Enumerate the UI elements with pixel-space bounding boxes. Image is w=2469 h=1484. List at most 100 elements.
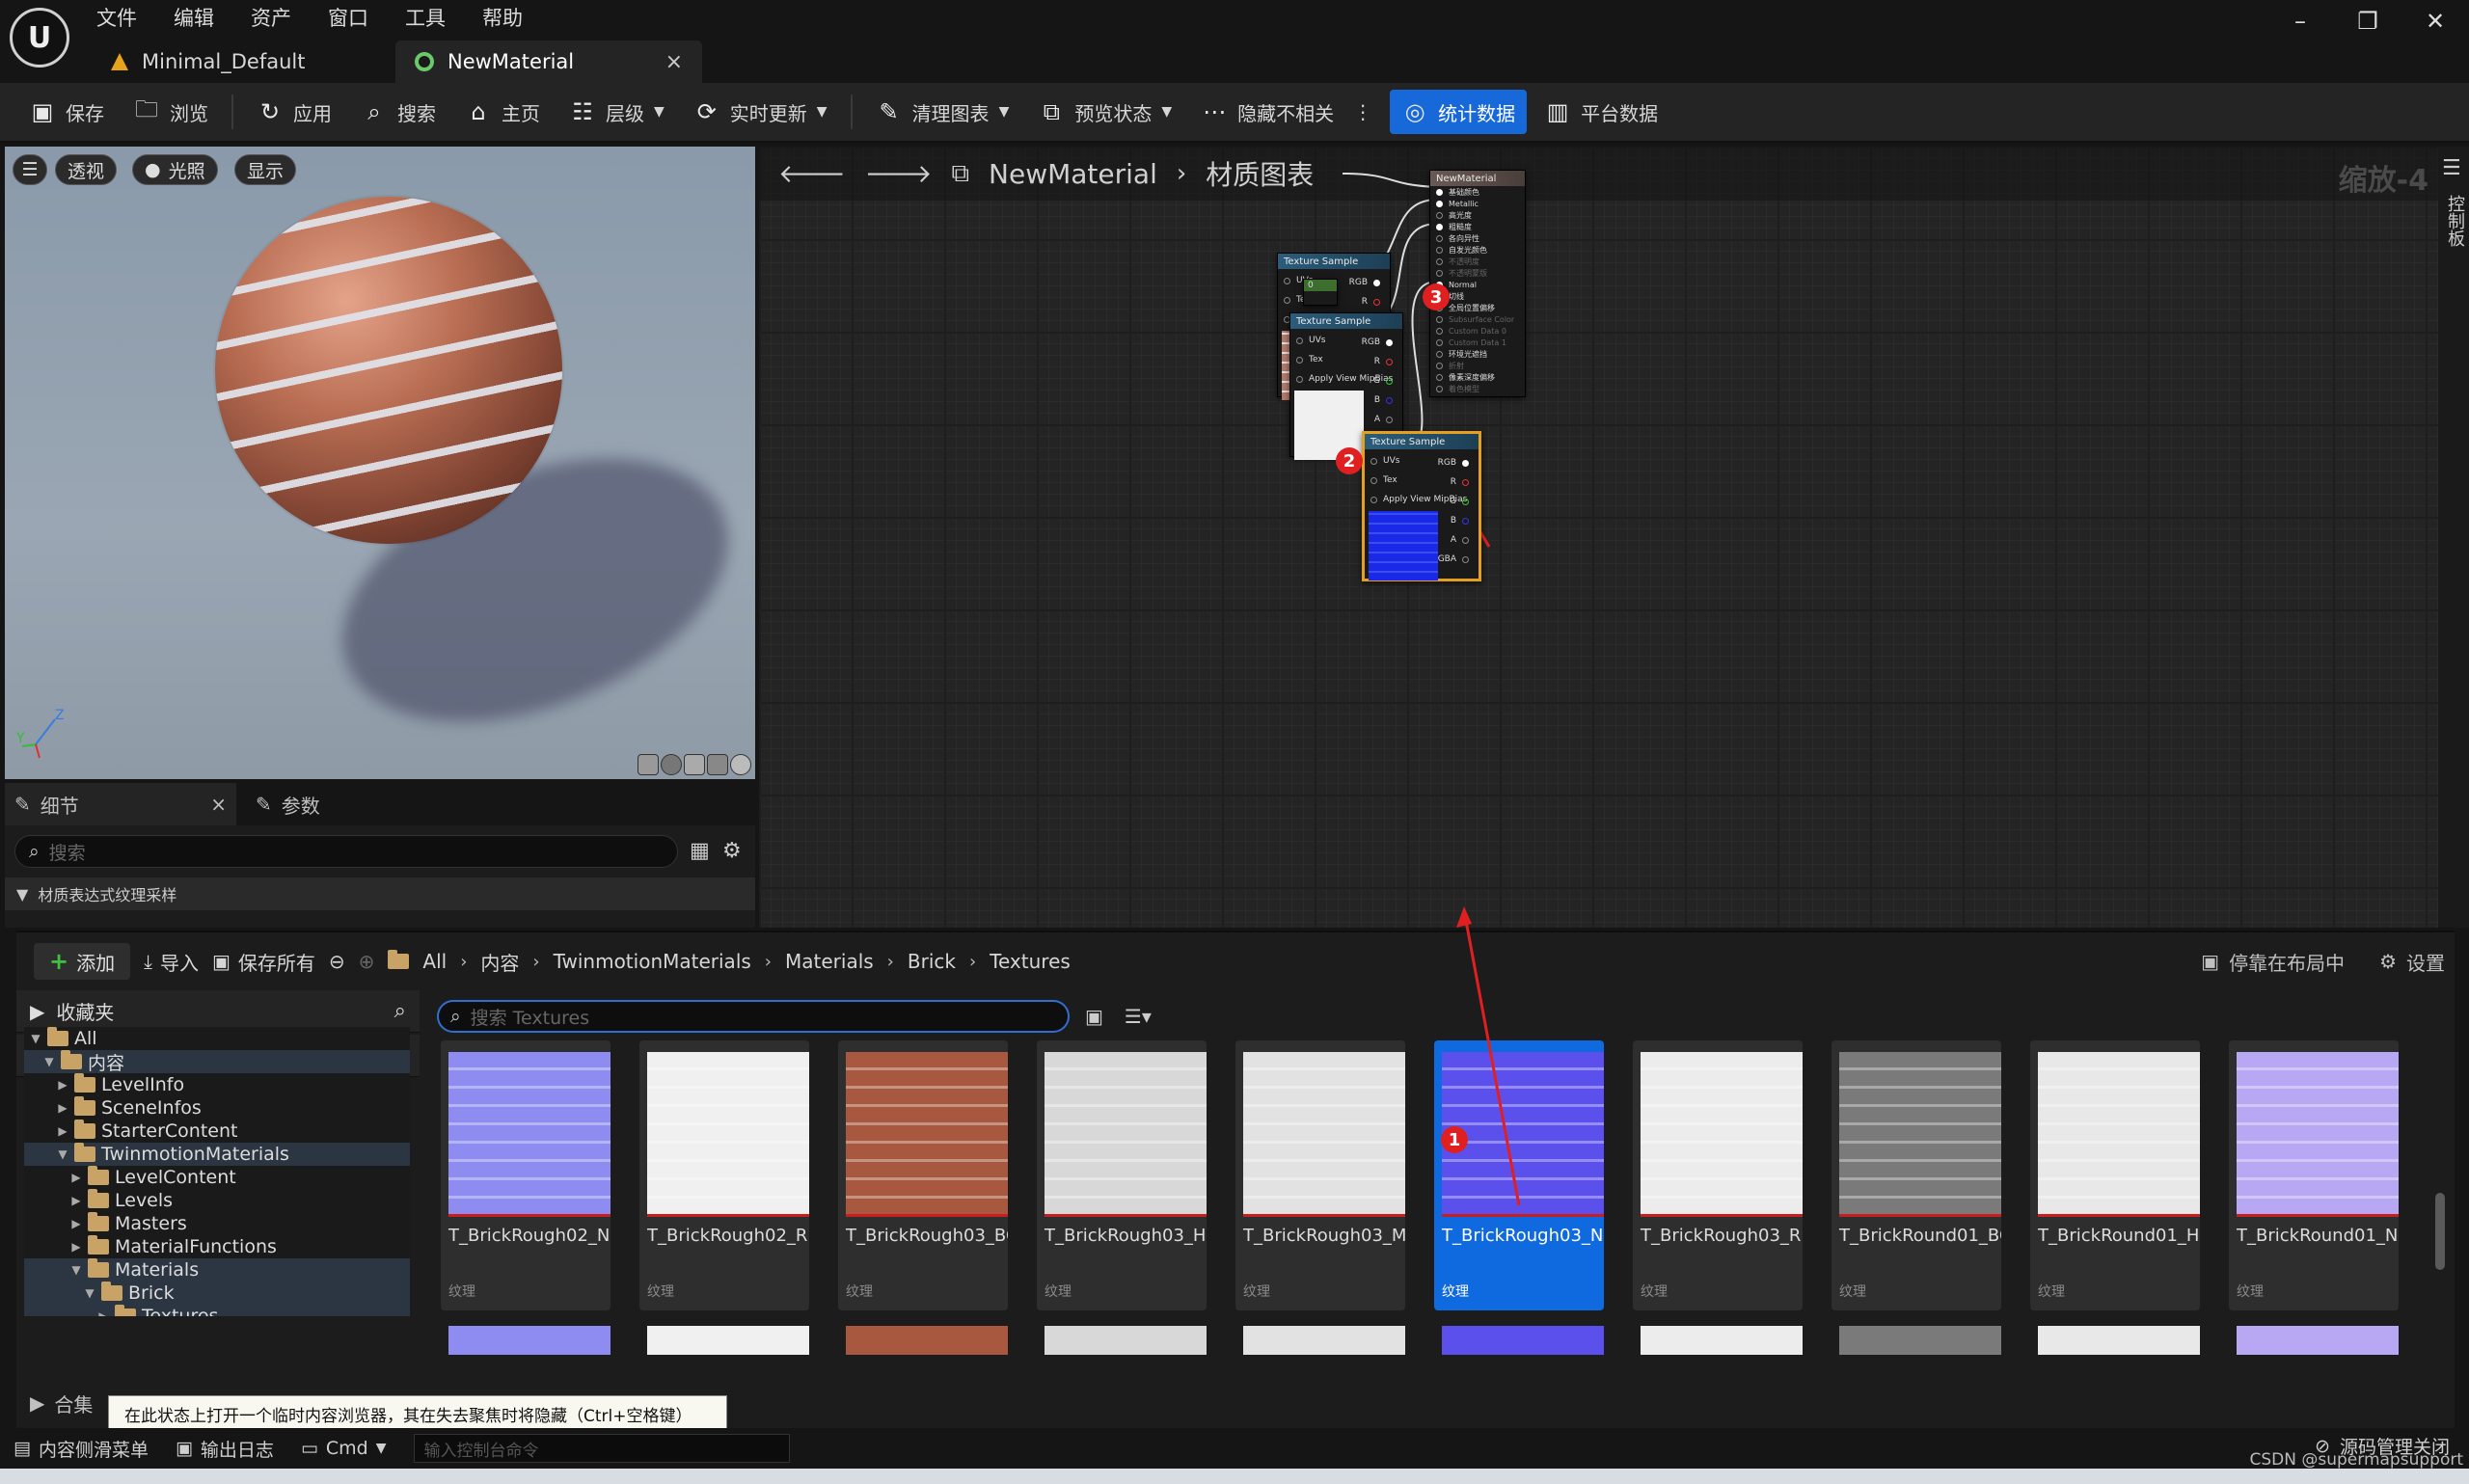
add-button[interactable]: + 添加 <box>34 943 131 980</box>
asset-thumbnail-next-row[interactable] <box>2038 1326 2200 1355</box>
live-update-dropdown[interactable]: ⟳ 实时更新 ▼ <box>682 90 839 134</box>
chevron-right-icon[interactable]: › <box>460 952 467 972</box>
tab-minimal-default[interactable]: Minimal_Default <box>92 40 381 83</box>
preview-viewport[interactable]: ☰ 透视 ● 光照 显示 Z Y <box>5 147 755 779</box>
cylinder-mesh-icon[interactable] <box>638 754 659 775</box>
custom-mesh-icon[interactable] <box>730 754 751 775</box>
tree-item[interactable]: ▼ TwinmotionMaterials <box>24 1143 410 1166</box>
save-search-icon[interactable]: ▣ <box>1085 1005 1103 1028</box>
material-pin[interactable]: 不透明蒙版 <box>1430 267 1525 279</box>
asset-thumbnail-next-row[interactable] <box>1442 1326 1604 1355</box>
history-forward-icon[interactable]: ⊕ <box>359 950 375 973</box>
material-pin[interactable]: 不透明度 <box>1430 256 1525 267</box>
output-pin-r[interactable]: R <box>1425 472 1475 492</box>
details-section-header[interactable]: ▼ 材质表达式纹理采样 <box>5 877 755 910</box>
asset-tile[interactable]: T_BrickRough03_BC 纹理 <box>838 1040 1008 1310</box>
folder-tree[interactable]: ▼ All ▼ 内容 ▶ LevelInfo ▶ SceneInfos ▶ StarterCont… <box>24 1027 410 1316</box>
browse-button[interactable]: 🗀 浏览 <box>122 90 220 134</box>
chevron-right-icon[interactable]: › <box>969 952 976 972</box>
asset-tile[interactable]: T_BrickRough03_M 纹理 <box>1235 1040 1405 1310</box>
asset-thumbnail-next-row[interactable] <box>1045 1326 1207 1355</box>
asset-scrollbar[interactable] <box>2435 1193 2445 1270</box>
tree-item[interactable]: ▼ 内容 <box>24 1050 410 1074</box>
save-all-button[interactable]: ▣ 保存所有 <box>212 948 315 976</box>
breadcrumb-materials[interactable]: Materials <box>785 950 874 973</box>
viewport-menu-button[interactable]: ☰ <box>13 154 47 185</box>
more-options-icon[interactable]: ⋮ <box>1353 100 1372 123</box>
minimize-icon[interactable]: – <box>2266 8 2334 35</box>
material-pin[interactable]: Custom Data 0 <box>1430 325 1525 337</box>
material-pin[interactable]: 着色模型 <box>1430 383 1525 394</box>
chevron-right-icon[interactable]: › <box>887 952 894 972</box>
home-button[interactable]: ⌂ 主页 <box>453 90 552 134</box>
asset-thumbnail-next-row[interactable] <box>1641 1326 1803 1355</box>
asset-thumbnail-next-row[interactable] <box>647 1326 809 1355</box>
menu-tools[interactable]: 工具 <box>405 3 446 32</box>
tree-item[interactable]: ▶ MaterialFunctions <box>24 1235 410 1258</box>
breadcrumb-textures[interactable]: Textures <box>990 950 1071 973</box>
output-pin-r[interactable]: R <box>1349 352 1398 371</box>
tree-item[interactable]: ▶ Textures <box>24 1305 410 1316</box>
breadcrumb-content[interactable]: 内容 <box>480 948 519 976</box>
breadcrumb-all[interactable]: All <box>422 950 447 973</box>
chevron-right-icon[interactable]: ▶ <box>70 1240 82 1254</box>
asset-tile[interactable]: T_BrickRough02_R 纹理 <box>639 1040 809 1310</box>
chevron-right-icon[interactable]: › <box>532 952 539 972</box>
output-pin-rgb[interactable]: RGB <box>1349 333 1398 352</box>
menu-asset[interactable]: 资产 <box>251 3 291 32</box>
breadcrumb-twinmotion[interactable]: TwinmotionMaterials <box>554 950 751 973</box>
chevron-right-icon[interactable]: ▶ <box>57 1124 68 1138</box>
chevron-down-icon[interactable]: ▼ <box>30 1032 41 1045</box>
chevron-down-icon[interactable]: ▼ <box>43 1055 55 1068</box>
material-pin[interactable]: 自发光颜色 <box>1430 244 1525 256</box>
asset-thumbnail-next-row[interactable] <box>2237 1326 2399 1355</box>
tree-item[interactable]: ▼ Brick <box>24 1282 410 1305</box>
breadcrumb-brick[interactable]: Brick <box>908 950 956 973</box>
settings-button[interactable]: ⚙ 设置 <box>2379 948 2445 976</box>
chevron-right-icon[interactable]: ▶ <box>57 1101 68 1115</box>
close-icon[interactable]: × <box>665 50 683 74</box>
asset-tile[interactable]: T_BrickRound01_N 纹理 <box>2229 1040 2399 1310</box>
asset-search-input[interactable]: ⌕ 搜索 Textures <box>437 1000 1070 1033</box>
menu-help[interactable]: 帮助 <box>482 3 523 32</box>
chevron-right-icon[interactable]: ▶ <box>70 1171 82 1184</box>
material-pin[interactable]: 高光度 <box>1430 209 1525 221</box>
chevron-down-icon[interactable]: ▼ <box>84 1286 95 1300</box>
output-log-button[interactable]: ▣ 输出日志 <box>176 1436 274 1462</box>
menu-window[interactable]: 窗口 <box>328 3 368 32</box>
platform-stats-button[interactable]: ▥ 平台数据 <box>1533 90 1669 134</box>
material-pin[interactable]: 像素深度偏移 <box>1430 371 1525 383</box>
texture-sample-node-normal[interactable]: Texture Sample UVs Tex Apply View MipBia… <box>1362 431 1481 581</box>
console-input[interactable]: 输入控制台命令 <box>413 1434 790 1463</box>
details-search-input[interactable]: ⌕ 搜索 <box>14 835 678 868</box>
material-pin[interactable]: Metallic <box>1430 198 1525 209</box>
save-button[interactable]: ▣ 保存 <box>17 90 116 134</box>
content-drawer-button[interactable]: ▤ 内容侧滑菜单 <box>14 1436 149 1462</box>
chevron-right-icon[interactable]: ▶ <box>57 1078 68 1092</box>
search-button[interactable]: ⌕ 搜索 <box>349 90 448 134</box>
material-output-node[interactable]: NewMaterial 基础颜色 Metallic 高光度 粗糙度 各向异性 自发光颜色不… <box>1429 170 1526 397</box>
asset-thumbnail-next-row[interactable] <box>846 1326 1008 1355</box>
asset-tile[interactable]: T_BrickRound01_H 纹理 <box>2030 1040 2200 1310</box>
material-pin[interactable]: 折射 <box>1430 360 1525 371</box>
asset-tile[interactable]: T_BrickRough02_N 纹理 <box>441 1040 610 1310</box>
tab-parameters[interactable]: ✎ 参数 <box>246 783 330 825</box>
output-pin-g[interactable]: G <box>1349 371 1398 391</box>
asset-tile[interactable]: T_BrickRough03_H 纹理 <box>1037 1040 1207 1310</box>
preview-state-dropdown[interactable]: ⧉ 预览状态 ▼ <box>1026 90 1183 134</box>
material-pin[interactable]: 各向异性 <box>1430 232 1525 244</box>
tree-item[interactable]: ▶ Masters <box>24 1212 410 1235</box>
menu-file[interactable]: 文件 <box>96 3 137 32</box>
hamburger-icon[interactable]: ☰ <box>2442 156 2461 180</box>
restore-icon[interactable]: ❐ <box>2334 8 2401 35</box>
tree-item[interactable]: ▶ LevelContent <box>24 1166 410 1189</box>
history-back-icon[interactable]: ⊖ <box>329 950 345 973</box>
asset-thumbnail-next-row[interactable] <box>1243 1326 1405 1355</box>
sphere-mesh-icon[interactable] <box>661 754 682 775</box>
chevron-down-icon[interactable]: ▼ <box>57 1147 68 1161</box>
hide-unrelated-button[interactable]: ⋯ 隐藏不相关 ⋮ <box>1189 90 1384 134</box>
hierarchy-dropdown[interactable]: ☷ 层级 ▼ <box>557 90 676 134</box>
asset-tile[interactable]: T_BrickRough03_R 纹理 <box>1633 1040 1803 1310</box>
show-button[interactable]: 显示 <box>234 154 297 185</box>
plane-mesh-icon[interactable] <box>684 754 705 775</box>
